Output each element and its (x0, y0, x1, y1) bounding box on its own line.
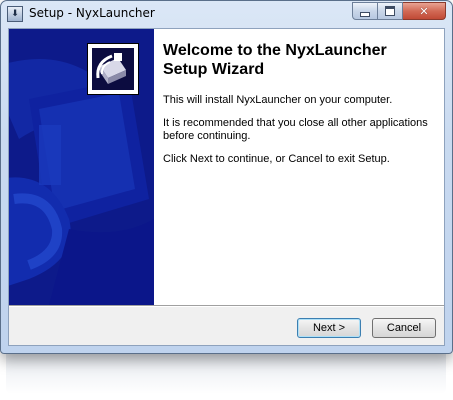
setup-app-icon[interactable]: ⬇ (7, 6, 23, 22)
close-icon: ✕ (419, 4, 429, 18)
button-separator (9, 305, 444, 307)
installer-logo (87, 43, 139, 95)
close-apps-recommendation: It is recommended that you close all oth… (163, 117, 428, 142)
wizard-client-area: Welcome to the NyxLauncher Setup Wizard … (8, 28, 445, 346)
title-bar[interactable]: ⬇ Setup - NyxLauncher ✕ (1, 1, 452, 27)
wizard-side-image (9, 29, 154, 305)
close-button[interactable]: ✕ (403, 2, 446, 20)
window-reflection (6, 354, 446, 394)
next-button[interactable]: Next > (297, 318, 361, 338)
maximize-button[interactable] (378, 2, 403, 20)
wizard-content: Welcome to the NyxLauncher Setup Wizard … (154, 29, 444, 305)
window-title: Setup - NyxLauncher (29, 6, 155, 20)
minimize-button[interactable] (352, 2, 378, 20)
wizard-heading: Welcome to the NyxLauncher Setup Wizard (163, 42, 387, 78)
cancel-button[interactable]: Cancel (372, 318, 436, 338)
caption-buttons: ✕ (352, 2, 446, 20)
maximize-icon (385, 6, 395, 16)
minimize-icon (360, 11, 370, 17)
install-disk-icon (92, 48, 134, 90)
setup-window: ⬇ Setup - NyxLauncher ✕ Welcome to the N… (0, 0, 453, 354)
continue-instructions: Click Next to continue, or Cancel to exi… (163, 153, 390, 165)
install-description: This will install NyxLauncher on your co… (163, 94, 393, 106)
